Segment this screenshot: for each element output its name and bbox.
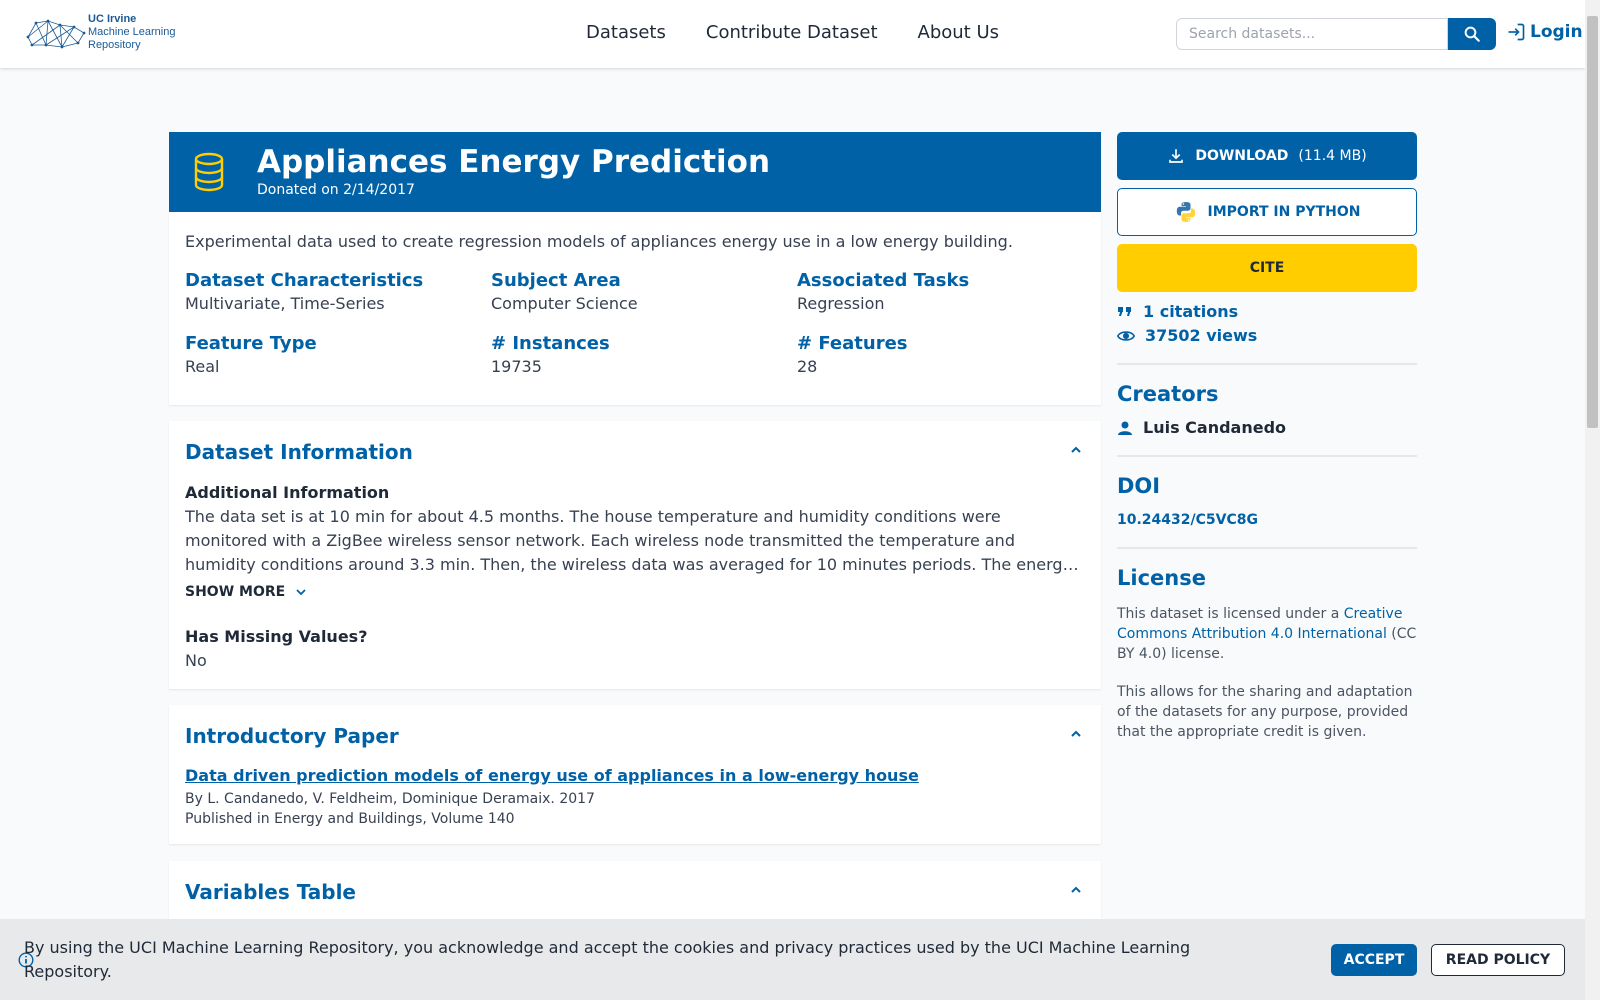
characteristic-label: Feature Type — [185, 333, 317, 354]
characteristic-value: Real — [185, 357, 220, 376]
download-button[interactable]: DOWNLOAD (11.4 MB) — [1117, 132, 1417, 180]
read-policy-button[interactable]: READ POLICY — [1431, 944, 1565, 976]
characteristic-item: Associated Tasks Regression — [797, 270, 1085, 313]
doi-link[interactable]: 10.24432/C5VC8G — [1117, 512, 1258, 528]
paper-authors: By L. Candanedo, V. Feldheim, Dominique … — [185, 791, 595, 807]
views-count: 37502 views — [1145, 326, 1258, 345]
donated-date: Donated on 2/14/2017 — [257, 182, 415, 198]
citations-count: 1 citations — [1143, 302, 1239, 321]
divider — [1117, 363, 1417, 365]
paper-published: Published in Energy and Buildings, Volum… — [185, 811, 515, 827]
doi-heading: DOI — [1117, 474, 1161, 498]
chevron-up-icon[interactable] — [1069, 883, 1083, 897]
quote-icon — [1118, 306, 1131, 316]
user-icon — [1118, 421, 1132, 435]
network-logo-icon — [26, 19, 86, 48]
characteristic-label: Dataset Characteristics — [185, 270, 424, 291]
characteristic-item: Subject Area Computer Science — [491, 270, 797, 313]
characteristic-value: Multivariate, Time-Series — [185, 294, 385, 313]
characteristic-label: # Instances — [491, 333, 610, 354]
download-label: DOWNLOAD — [1195, 148, 1289, 164]
characteristic-label: Associated Tasks — [797, 270, 970, 291]
dataset-description: Experimental data used to create regress… — [185, 232, 1013, 251]
creators-heading: Creators — [1117, 382, 1219, 406]
search-input[interactable]: Search datasets... — [1176, 18, 1448, 50]
missing-values-value: No — [185, 651, 207, 670]
uci-logo[interactable]: UC Irvine Machine Learning Repository — [24, 13, 175, 52]
characteristic-item: # Features 28 — [797, 333, 1085, 376]
creator-name: Luis Candanedo — [1143, 418, 1287, 437]
login-link[interactable]: Login — [1506, 22, 1583, 42]
variables-table-heading: Variables Table — [185, 880, 356, 904]
cookie-text: By using the UCI Machine Learning Reposi… — [24, 938, 1191, 981]
show-more-button[interactable]: SHOW MORE — [185, 584, 307, 600]
chevron-down-icon — [296, 589, 306, 596]
views-stat: 37502 views — [1117, 326, 1257, 345]
python-icon — [1176, 202, 1195, 222]
import-in-python-button[interactable]: IMPORT IN PYTHON — [1117, 188, 1417, 236]
page-scrollbar[interactable] — [1585, 0, 1600, 1000]
additional-information-label: Additional Information — [185, 483, 390, 502]
license-text: This dataset is licensed under a Creativ… — [1117, 604, 1417, 664]
characteristic-value: Computer Science — [491, 294, 638, 313]
paper-title-link[interactable]: Data driven prediction models of energy … — [185, 766, 919, 785]
cite-button[interactable]: CITE — [1117, 244, 1417, 292]
logo-line-1: UC Irvine — [88, 13, 137, 25]
introductory-paper-panel: Introductory Paper Data driven predictio… — [169, 705, 1101, 844]
database-icon — [194, 152, 224, 192]
login-label: Login — [1530, 22, 1583, 42]
nav-about-us[interactable]: About Us — [918, 22, 1000, 43]
additional-information-text: The data set is at 10 min for about 4.5 … — [185, 507, 1079, 574]
download-icon — [1169, 149, 1184, 163]
top-navbar: UC Irvine Machine Learning Repository Da… — [0, 0, 1585, 68]
license-text-pre: This dataset is licensed under a — [1117, 606, 1344, 622]
eye-icon — [1117, 330, 1135, 341]
nav-contribute-dataset[interactable]: Contribute Dataset — [706, 22, 878, 43]
license-note: This allows for the sharing and adaptati… — [1117, 684, 1413, 740]
chevron-up-icon[interactable] — [1069, 727, 1083, 741]
divider — [1117, 455, 1417, 457]
characteristic-label: Subject Area — [491, 270, 621, 291]
logo-text: UC Irvine Machine Learning Repository — [88, 13, 175, 52]
logo-line-3: Repository — [88, 39, 141, 51]
search-icon — [1464, 26, 1480, 42]
dataset-summary: Experimental data used to create regress… — [169, 212, 1101, 405]
characteristic-item: Dataset Characteristics Multivariate, Tim… — [185, 270, 491, 313]
import-in-python-label: IMPORT IN PYTHON — [1207, 204, 1361, 220]
nav-datasets[interactable]: Datasets — [586, 22, 666, 43]
cookie-banner: By using the UCI Machine Learning Reposi… — [0, 919, 1585, 1000]
dataset-information-panel: Dataset Information Additional Informati… — [169, 421, 1101, 689]
dataset-information-heading: Dataset Information — [185, 440, 413, 464]
citations-link[interactable]: 1 citations — [1117, 302, 1238, 321]
dataset-header: Appliances Energy Prediction Donated on … — [169, 132, 1101, 212]
license-heading: License — [1117, 566, 1206, 590]
characteristic-value: 28 — [797, 357, 818, 376]
introductory-paper-heading: Introductory Paper — [185, 724, 399, 748]
search-button[interactable] — [1448, 18, 1496, 50]
login-icon — [1508, 23, 1525, 41]
show-more-label: SHOW MORE — [185, 584, 286, 600]
scrollbar-thumb[interactable] — [1587, 16, 1598, 428]
missing-values-label: Has Missing Values? — [185, 627, 368, 646]
characteristic-value: 19735 — [491, 357, 542, 376]
characteristics-grid: Dataset Characteristics Multivariate, Tim… — [185, 270, 1085, 376]
dataset-title: Appliances Energy Prediction — [257, 144, 771, 180]
accept-button[interactable]: ACCEPT — [1331, 944, 1417, 976]
creator-item: Luis Candanedo — [1117, 418, 1286, 437]
chevron-up-icon[interactable] — [1069, 443, 1083, 457]
main-nav: Datasets Contribute Dataset About Us — [586, 22, 999, 43]
characteristic-item: Feature Type Real — [185, 333, 491, 376]
divider — [1117, 547, 1417, 549]
characteristic-label: # Features — [797, 333, 908, 354]
download-size: (11.4 MB) — [1298, 148, 1367, 164]
logo-line-2: Machine Learning — [88, 26, 176, 38]
characteristic-item: # Instances 19735 — [491, 333, 797, 376]
characteristic-value: Regression — [797, 294, 885, 313]
